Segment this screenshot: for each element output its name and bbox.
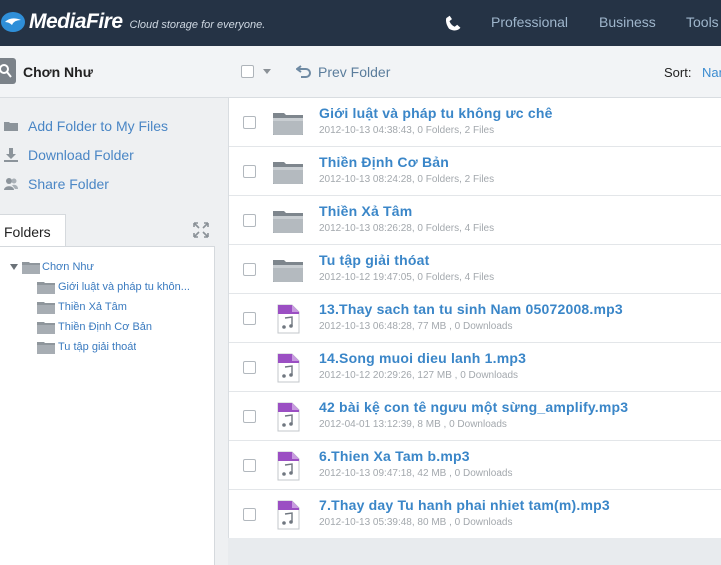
- audio-file-icon: [272, 402, 304, 432]
- file-meta: 2012-10-13 09:47:18, 42 MB , 0 Downloads: [319, 468, 513, 479]
- row-checkbox[interactable]: [243, 165, 256, 178]
- tree-root-label: Chơn Như: [42, 261, 94, 273]
- audio-file-icon: [272, 353, 304, 383]
- select-all-checkbox[interactable]: [241, 65, 254, 78]
- list-item[interactable]: 13.Thay sach tan tu sinh Nam 05072008.mp…: [229, 294, 721, 343]
- folder-icon: [37, 340, 55, 359]
- list-footer-area: [228, 538, 721, 565]
- download-folder-action[interactable]: Download Folder: [0, 144, 228, 166]
- file-name[interactable]: Tu tập giải thóat: [319, 252, 429, 268]
- file-name[interactable]: 13.Thay sach tan tu sinh Nam 05072008.mp…: [319, 301, 623, 317]
- tree-item[interactable]: Giới luật và pháp tu khôn...: [37, 280, 207, 294]
- folder-icon: [272, 255, 304, 285]
- row-checkbox[interactable]: [243, 263, 256, 276]
- tree-item[interactable]: Thiền Xả Tâm: [37, 300, 207, 314]
- folder-tree: Chơn Như Giới luật và pháp tu khôn... Th…: [0, 246, 215, 565]
- search-button[interactable]: [0, 58, 16, 84]
- add-folder-action[interactable]: Add Folder to My Files: [0, 115, 228, 137]
- mediafire-logo[interactable]: MediaFire Cloud storage for everyone.: [0, 7, 265, 37]
- tab-folders-label: Folders: [4, 224, 51, 240]
- top-header: MediaFire Cloud storage for everyone. Pr…: [0, 0, 721, 46]
- tree-item-label: Thiền Định Cơ Bản: [58, 321, 153, 333]
- download-icon: [3, 147, 19, 163]
- select-dropdown-caret[interactable]: [263, 69, 271, 74]
- folder-icon: [272, 157, 304, 187]
- add-folder-label: Add Folder to My Files: [28, 118, 169, 134]
- list-item[interactable]: Thiền Định Cơ Bản 2012-10-13 08:24:28, 0…: [229, 147, 721, 196]
- folder-icon: [37, 280, 55, 299]
- list-item[interactable]: 42 bài kệ con tê ngưu một sừng_amplify.m…: [229, 392, 721, 441]
- audio-file-icon: [272, 451, 304, 481]
- row-checkbox[interactable]: [243, 312, 256, 325]
- folder-icon: [37, 300, 55, 319]
- audio-file-icon: [272, 500, 304, 530]
- share-folder-action[interactable]: Share Folder: [0, 173, 228, 195]
- file-meta: 2012-10-13 04:38:43, 0 Folders, 2 Files: [319, 125, 495, 136]
- list-item[interactable]: 7.Thay day Tu hanh phai nhiet tam(m).mp3…: [229, 490, 721, 539]
- sort-label: Sort:: [664, 65, 692, 80]
- left-sidebar: Add Folder to My Files Download Folder S…: [0, 98, 228, 565]
- file-name[interactable]: 42 bài kệ con tê ngưu một sừng_amplify.m…: [319, 399, 628, 415]
- mediafire-logo-icon: [0, 9, 26, 35]
- back-arrow-icon[interactable]: [295, 64, 312, 83]
- file-meta: 2012-10-12 19:47:05, 0 Folders, 4 Files: [319, 272, 495, 283]
- folder-toolbar: Chơn Như Prev Folder Sort: Name: [0, 46, 721, 98]
- tree-item-label: Giới luật và pháp tu khôn...: [58, 281, 190, 293]
- folder-icon: [272, 108, 304, 138]
- list-item[interactable]: 14.Song muoi dieu lanh 1.mp3 2012-10-12 …: [229, 343, 721, 392]
- file-meta: 2012-10-13 06:48:28, 77 MB , 0 Downloads: [319, 321, 513, 332]
- share-folder-label: Share Folder: [28, 176, 109, 192]
- nav-professional[interactable]: Professional: [491, 14, 568, 30]
- share-users-icon: [3, 176, 19, 192]
- file-name[interactable]: Thiền Xả Tâm: [319, 203, 412, 219]
- file-meta: 2012-10-13 08:26:28, 0 Folders, 4 Files: [319, 223, 495, 234]
- list-item[interactable]: Giới luật và pháp tu không ưc chê 2012-1…: [229, 98, 721, 147]
- collapse-triangle-icon[interactable]: [10, 264, 18, 270]
- file-name[interactable]: Thiền Định Cơ Bản: [319, 154, 449, 170]
- folder-icon: [37, 320, 55, 339]
- file-meta: 2012-04-01 13:12:39, 8 MB , 0 Downloads: [319, 419, 507, 430]
- file-name[interactable]: 14.Song muoi dieu lanh 1.mp3: [319, 350, 526, 366]
- row-checkbox[interactable]: [243, 361, 256, 374]
- row-checkbox[interactable]: [243, 116, 256, 129]
- list-item[interactable]: Thiền Xả Tâm 2012-10-13 08:26:28, 0 Fold…: [229, 196, 721, 245]
- audio-file-icon: [272, 304, 304, 334]
- list-item[interactable]: 6.Thien Xa Tam b.mp3 2012-10-13 09:47:18…: [229, 441, 721, 490]
- row-checkbox[interactable]: [243, 508, 256, 521]
- brand-name: MediaFire: [29, 10, 123, 33]
- file-meta: 2012-10-12 20:29:26, 127 MB , 0 Download…: [319, 370, 519, 381]
- sort-dropdown[interactable]: Name: [702, 65, 721, 80]
- expand-icon[interactable]: [193, 222, 209, 243]
- nav-tools[interactable]: Tools: [686, 14, 719, 30]
- row-checkbox[interactable]: [243, 459, 256, 472]
- tree-item-label: Thiền Xả Tâm: [58, 301, 127, 313]
- folder-icon: [272, 206, 304, 236]
- tab-folders[interactable]: Folders: [0, 214, 66, 247]
- add-folder-icon: [3, 118, 19, 134]
- tree-item[interactable]: Tu tập giải thoát: [37, 340, 207, 354]
- phone-icon[interactable]: [443, 11, 463, 33]
- file-name[interactable]: 7.Thay day Tu hanh phai nhiet tam(m).mp3: [319, 497, 610, 513]
- file-meta: 2012-10-13 08:24:28, 0 Folders, 2 Files: [319, 174, 495, 185]
- download-folder-label: Download Folder: [28, 147, 134, 163]
- folder-icon: [22, 260, 40, 279]
- file-list: Giới luật và pháp tu không ưc chê 2012-1…: [228, 98, 721, 539]
- nav-business[interactable]: Business: [599, 14, 656, 30]
- file-name[interactable]: 6.Thien Xa Tam b.mp3: [319, 448, 470, 464]
- tree-item[interactable]: Thiền Định Cơ Bản: [37, 320, 207, 334]
- prev-folder-link[interactable]: Prev Folder: [318, 64, 390, 80]
- brand-tagline: Cloud storage for everyone.: [129, 18, 266, 31]
- file-meta: 2012-10-13 05:39:48, 80 MB , 0 Downloads: [319, 517, 513, 528]
- list-item[interactable]: Tu tập giải thóat 2012-10-12 19:47:05, 0…: [229, 245, 721, 294]
- row-checkbox[interactable]: [243, 410, 256, 423]
- file-name[interactable]: Giới luật và pháp tu không ưc chê: [319, 105, 553, 121]
- row-checkbox[interactable]: [243, 214, 256, 227]
- current-folder-title: Chơn Như: [23, 64, 93, 80]
- tree-item-label: Tu tập giải thoát: [58, 341, 137, 353]
